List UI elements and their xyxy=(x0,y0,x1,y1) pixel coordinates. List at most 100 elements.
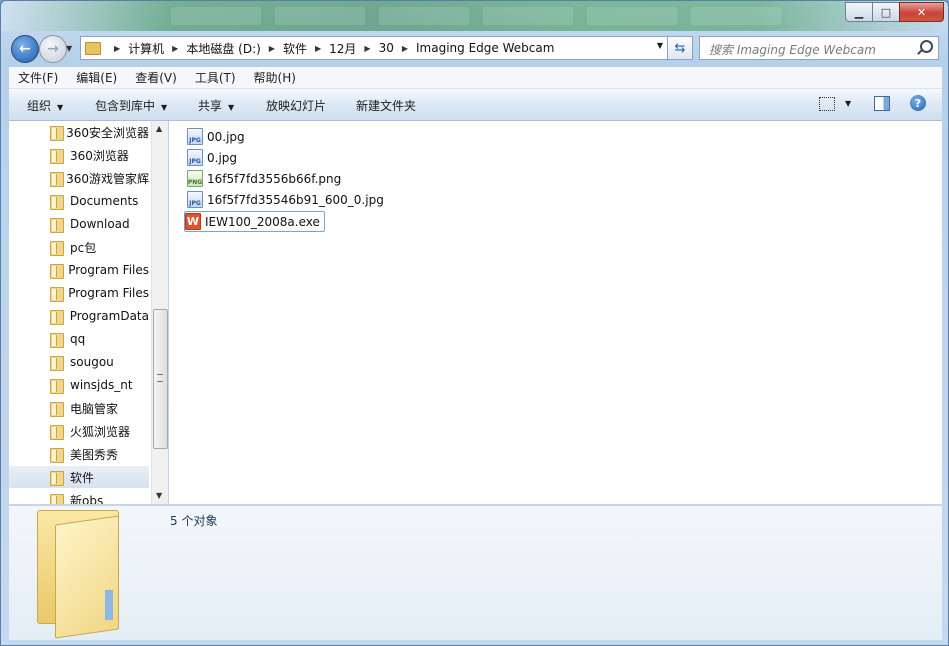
sidebar-item[interactable]: 新obs xyxy=(9,489,149,504)
sidebar-item[interactable]: qq xyxy=(9,328,149,350)
navigation-pane-scrollbar[interactable]: ▲ ▼ xyxy=(151,121,168,504)
sidebar-item[interactable]: Program Files xyxy=(9,259,149,281)
file-item[interactable]: JPG 16f5f7fd35546b91_600_0.jpg xyxy=(187,190,384,209)
help-icon[interactable]: ? xyxy=(910,95,926,111)
scroll-up-icon[interactable]: ▲ xyxy=(156,124,162,133)
sidebar-item-label: pc包 xyxy=(70,240,97,255)
sidebar-item-label: 电脑管家 xyxy=(70,401,119,416)
navigation-pane: 360安全浏览器 360浏览器 360游戏管家辉 Documents Download p… xyxy=(9,121,151,504)
folder-icon xyxy=(50,493,64,504)
search-box[interactable]: 搜索 Imaging Edge Webcam xyxy=(699,36,939,60)
sidebar-item-label: 360游戏管家辉 xyxy=(66,171,149,186)
sidebar-item-label: ProgramData xyxy=(69,309,149,323)
refresh-button[interactable]: ⇆ xyxy=(667,36,693,60)
sidebar-item[interactable]: pc包 xyxy=(9,236,149,258)
sidebar-item[interactable]: 360安全浏览器 xyxy=(9,121,149,143)
sidebar-item[interactable]: Download xyxy=(9,213,149,235)
sidebar-item[interactable]: 美图秀秀 xyxy=(9,443,149,465)
sidebar-item-label: 火狐浏览器 xyxy=(70,424,131,439)
breadcrumb-item[interactable]: Imaging Edge Webcam xyxy=(416,41,554,55)
new-folder-button[interactable]: 新建文件夹 xyxy=(356,97,416,114)
menu-item[interactable]: 工具(T) xyxy=(186,69,245,86)
folder-icon xyxy=(50,171,65,187)
folder-icon xyxy=(50,447,64,463)
sidebar-item-label: 360安全浏览器 xyxy=(66,125,149,140)
sidebar-item[interactable]: 火狐浏览器 xyxy=(9,420,149,442)
sidebar-item[interactable]: winsjds_nt xyxy=(9,374,149,396)
back-button[interactable]: ← xyxy=(11,35,39,63)
close-button[interactable]: ✕ xyxy=(899,2,944,22)
sidebar-item[interactable]: 360浏览器 xyxy=(9,144,149,166)
breadcrumb: ▶ 计算机 ▶ 本地磁盘 (D:) ▶ 软件 ▶ 12月 ▶ 30 ▶ Imaging Edge We… xyxy=(106,40,554,57)
scrollbar-thumb[interactable] xyxy=(153,309,168,449)
breadcrumb-item[interactable]: 本地磁盘 (D:) xyxy=(186,40,260,57)
folder-thumbnail-icon xyxy=(37,510,127,639)
jpg-file-icon: JPG xyxy=(187,191,203,208)
grip-icon xyxy=(157,374,163,382)
breadcrumb-separator-icon[interactable]: ▶ xyxy=(269,44,275,53)
slideshow-button[interactable]: 放映幻灯片 xyxy=(266,97,326,114)
change-view-icon[interactable] xyxy=(819,97,835,111)
search-icon[interactable] xyxy=(920,40,933,53)
recent-pages-dropdown-icon[interactable]: ▼ xyxy=(66,44,72,53)
folder-icon xyxy=(50,194,64,210)
sidebar-item[interactable]: ProgramData xyxy=(9,305,149,327)
sidebar-item-label: 美图秀秀 xyxy=(70,447,119,462)
file-item[interactable]: JPG 00.jpg xyxy=(187,127,245,146)
sidebar-item[interactable]: sougou xyxy=(9,351,149,373)
forward-button[interactable]: → xyxy=(39,35,67,63)
folder-icon xyxy=(50,125,65,141)
sidebar-item-label: Program Files xyxy=(68,286,149,300)
file-name: 16f5f7fd35546b91_600_0.jpg xyxy=(207,192,384,207)
address-dropdown-icon[interactable]: ▼ xyxy=(657,41,663,50)
share-button[interactable]: 共享 ▼ xyxy=(198,97,234,114)
include-in-library-button[interactable]: 包含到库中 ▼ xyxy=(95,97,167,114)
breadcrumb-item[interactable]: 30 xyxy=(379,41,394,55)
file-item[interactable]: JPG 0.jpg xyxy=(187,148,237,167)
menu-item[interactable]: 查看(V) xyxy=(126,69,186,86)
file-item[interactable]: W IEW100_2008a.exe xyxy=(184,211,325,232)
menu-item[interactable]: 文件(F) xyxy=(9,69,67,86)
folder-icon xyxy=(50,148,64,164)
share-label: 共享 xyxy=(198,99,223,113)
details-pane: 5 个对象 xyxy=(9,505,942,640)
address-bar[interactable]: ▶ 计算机 ▶ 本地磁盘 (D:) ▶ 软件 ▶ 12月 ▶ 30 ▶ Imaging Edge We… xyxy=(80,36,668,60)
folder-icon xyxy=(50,263,65,279)
folder-icon xyxy=(85,41,101,55)
sidebar-item[interactable]: Documents xyxy=(9,190,149,212)
breadcrumb-item[interactable]: 软件 xyxy=(283,40,307,57)
folder-icon xyxy=(50,286,65,302)
breadcrumb-separator-icon[interactable]: ▶ xyxy=(315,44,321,53)
breadcrumb-separator-icon[interactable]: ▶ xyxy=(114,44,120,53)
organize-button[interactable]: 组织 ▼ xyxy=(27,97,63,114)
sidebar-item-label: Download xyxy=(70,217,130,231)
scroll-down-icon[interactable]: ▼ xyxy=(156,491,162,500)
chevron-down-icon: ▼ xyxy=(161,103,168,112)
minimize-button[interactable]: ▁ xyxy=(845,2,873,22)
view-options-dropdown-icon[interactable]: ▼ xyxy=(845,99,851,108)
folder-icon xyxy=(50,240,64,256)
include-in-library-label: 包含到库中 xyxy=(95,99,156,113)
breadcrumb-separator-icon[interactable]: ▶ xyxy=(364,44,370,53)
sidebar-item[interactable]: 软件 xyxy=(9,466,149,488)
window-controls: ▁ □ ✕ xyxy=(845,2,944,22)
png-file-icon: PNG xyxy=(187,170,203,187)
menu-item[interactable]: 帮助(H) xyxy=(245,69,305,86)
search-input[interactable]: 搜索 Imaging Edge Webcam xyxy=(709,41,876,58)
sidebar-item-label: 软件 xyxy=(70,470,95,485)
preview-pane-icon[interactable] xyxy=(874,96,890,111)
breadcrumb-item[interactable]: 计算机 xyxy=(128,40,164,57)
menu-item[interactable]: 编辑(E) xyxy=(67,69,126,86)
sidebar-item[interactable]: Program Files xyxy=(9,282,149,304)
breadcrumb-item[interactable]: 12月 xyxy=(329,40,356,57)
file-list: JPG 00.jpg JPG 0.jpg PNG 16f5f7fd3556b66f.png… xyxy=(169,121,942,504)
breadcrumb-separator-icon[interactable]: ▶ xyxy=(402,44,408,53)
maximize-button[interactable]: □ xyxy=(872,2,900,22)
file-name: 16f5f7fd3556b66f.png xyxy=(207,171,342,186)
breadcrumb-separator-icon[interactable]: ▶ xyxy=(172,44,178,53)
sidebar-item[interactable]: 360游戏管家辉 xyxy=(9,167,149,189)
file-item[interactable]: PNG 16f5f7fd3556b66f.png xyxy=(187,169,341,188)
sidebar-item[interactable]: 电脑管家 xyxy=(9,397,149,419)
sidebar-item-label: winsjds_nt xyxy=(70,378,133,392)
folder-icon xyxy=(50,378,64,394)
